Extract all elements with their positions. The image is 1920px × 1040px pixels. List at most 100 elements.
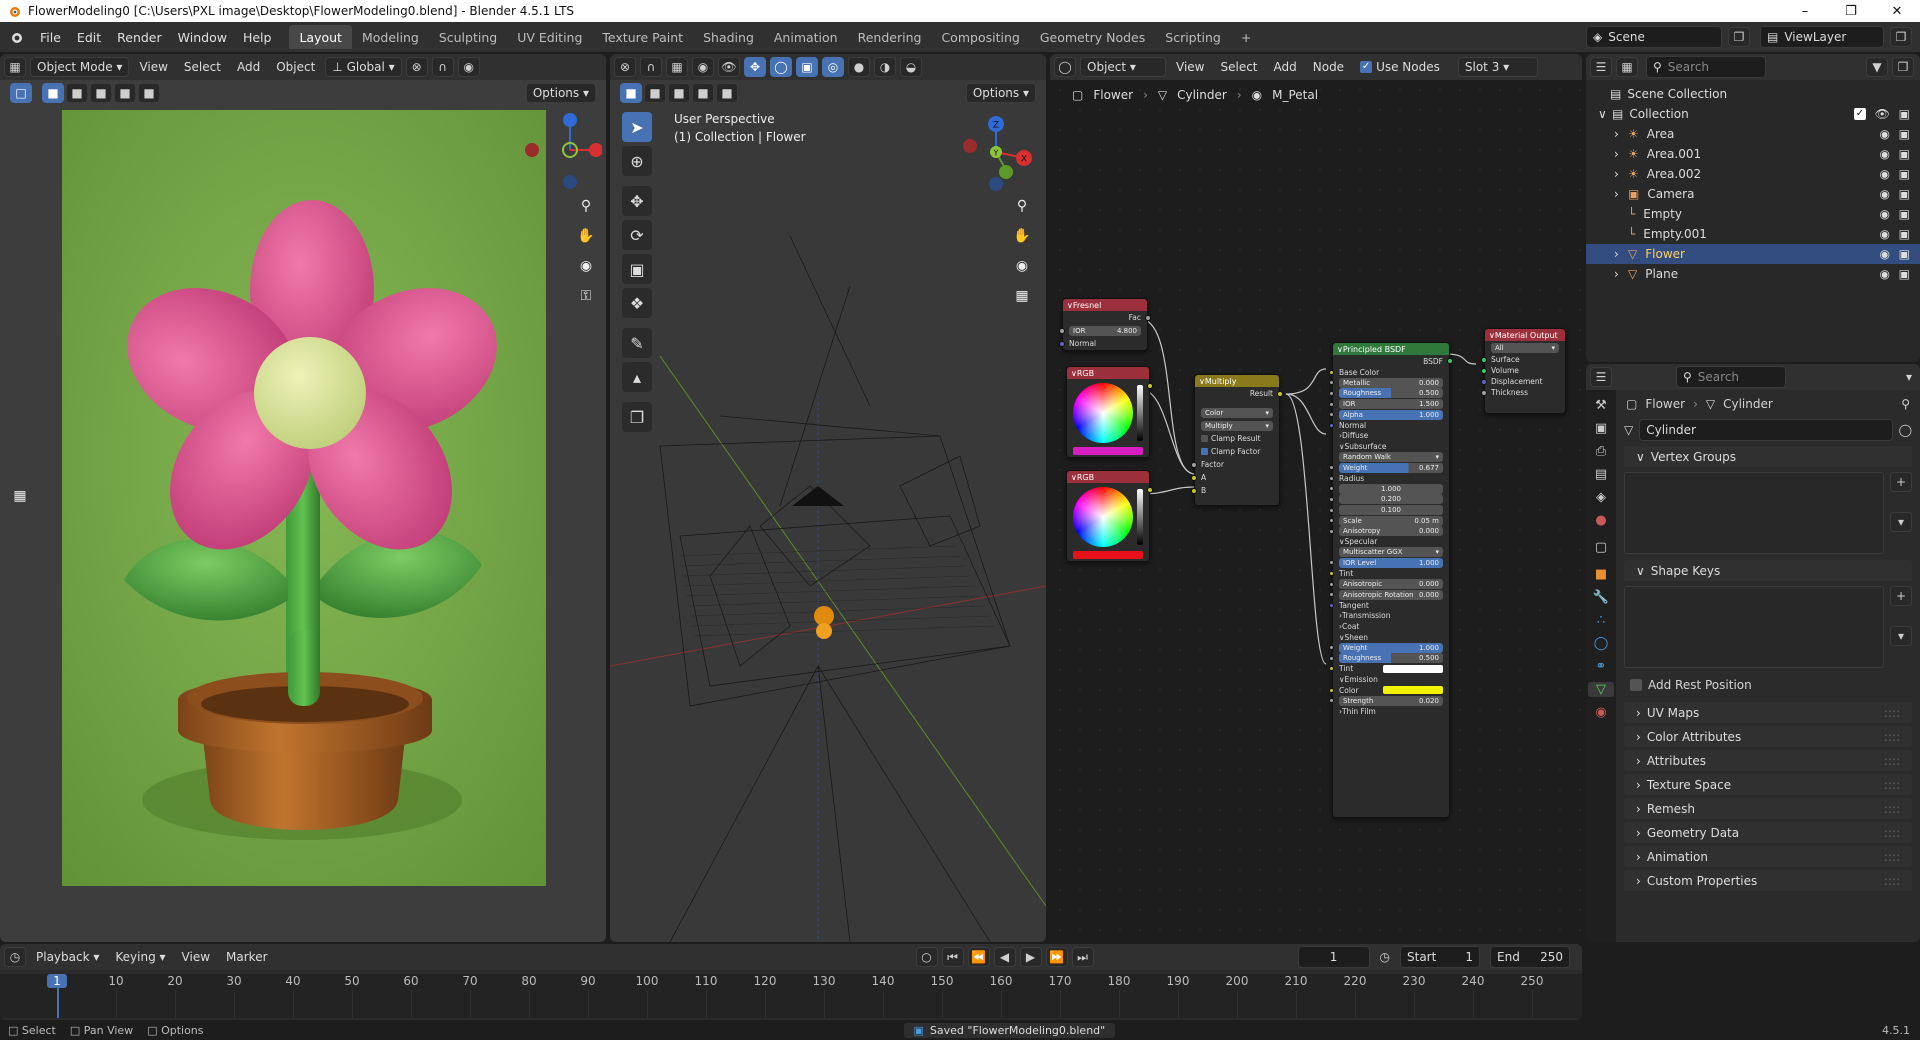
- drag-handle-icon[interactable]: ::::: [1884, 874, 1900, 888]
- preview-range-icon[interactable]: ◷: [1380, 950, 1390, 964]
- visibility-eye-icon[interactable]: ◉: [1880, 227, 1890, 241]
- expand-chevron-icon[interactable]: ›: [1614, 247, 1628, 261]
- collection-camera-icon[interactable]: ▣: [1899, 107, 1910, 121]
- bsdf-row[interactable]: Anisotropic 0.000: [1329, 579, 1449, 590]
- outliner-item[interactable]: › ☀ Area.002 ◉ ▣: [1586, 164, 1920, 184]
- add-rest-position-row[interactable]: Add Rest Position: [1616, 674, 1920, 696]
- navigation-gizmo-3d[interactable]: Z X Y: [956, 112, 1036, 192]
- tab-sculpting[interactable]: Sculpting: [429, 25, 507, 49]
- bsdf-row[interactable]: Scale 0.05 m: [1329, 515, 1449, 526]
- panel-vertex-groups[interactable]: ∨ Vertex Groups: [1624, 446, 1912, 468]
- maximize-button[interactable]: ❐: [1828, 0, 1874, 22]
- options-dropdown[interactable]: Options ▾: [525, 83, 596, 103]
- menu-help[interactable]: Help: [235, 22, 280, 52]
- panel-color-attributes[interactable]: › Color Attributes::::: [1624, 726, 1912, 748]
- menu-object[interactable]: Object: [270, 57, 321, 77]
- bsdf-row[interactable]: IOR Level 1.000: [1329, 557, 1449, 569]
- render-visibility-icon[interactable]: ▣: [1899, 147, 1910, 161]
- filter-icon[interactable]: ▼: [1866, 57, 1888, 77]
- camera-view-icon-2[interactable]: ◉: [1010, 254, 1034, 278]
- current-frame-field[interactable]: 1: [1297, 946, 1370, 968]
- transform-pivot-icon[interactable]: ⊗: [614, 57, 636, 77]
- expand-chevron-icon[interactable]: ›: [1614, 167, 1628, 181]
- timeline-marker-menu[interactable]: Marker: [220, 947, 273, 967]
- orientation-dropdown[interactable]: ⊥ Global ▾: [325, 57, 402, 77]
- select-mode-intersect-icon[interactable]: ■: [138, 83, 160, 103]
- properties-options-icon[interactable]: ▾: [1906, 370, 1912, 384]
- shading-wireframe-icon[interactable]: ◎: [822, 57, 844, 77]
- tab-geometry-nodes[interactable]: Geometry Nodes: [1030, 25, 1155, 49]
- proportional-icon[interactable]: ◉: [692, 57, 714, 77]
- next-keyframe-icon[interactable]: ⏩: [1045, 947, 1068, 967]
- camera-view-icon[interactable]: ◉: [574, 254, 598, 278]
- material-output-node[interactable]: ∨ Material Output All ▾ Surface Volume Di…: [1481, 328, 1566, 414]
- sidebar-toggle-icon[interactable]: ▦: [8, 484, 32, 508]
- select-mode-new-icon-2[interactable]: ■: [620, 83, 642, 103]
- menu-view[interactable]: View: [133, 57, 173, 77]
- collection-tab-icon[interactable]: ▢: [1595, 540, 1607, 555]
- view-layer-tab-icon[interactable]: ▤: [1595, 467, 1607, 482]
- expand-chevron-icon[interactable]: ›: [1614, 267, 1628, 281]
- bsdf-row[interactable]: Tint: [1329, 664, 1449, 675]
- principled-bsdf-node[interactable]: ∨ Principled BSDF BSDF Base Color Metalli…: [1329, 342, 1453, 818]
- add-cube-tool-icon[interactable]: ❐: [622, 402, 652, 432]
- bsdf-row[interactable]: 1.000: [1329, 483, 1449, 495]
- render-visibility-icon[interactable]: ▣: [1899, 247, 1910, 261]
- tab-animation[interactable]: Animation: [764, 25, 848, 49]
- output-target-dropdown[interactable]: All ▾: [1485, 341, 1565, 354]
- playhead[interactable]: [57, 986, 59, 1018]
- color-wheel-2[interactable]: [1073, 487, 1133, 547]
- panel-shape-keys[interactable]: ∨ Shape Keys: [1624, 560, 1912, 582]
- ortho-grid-icon[interactable]: ▦: [1010, 284, 1034, 308]
- material-tab-icon[interactable]: ◉: [1595, 705, 1606, 720]
- tab-scripting[interactable]: Scripting: [1155, 25, 1231, 49]
- modifier-tab-icon[interactable]: 🔧: [1593, 590, 1609, 605]
- multiply-blend-dropdown[interactable]: Multiply ▾: [1195, 419, 1279, 432]
- bsdf-row[interactable]: Metallic 0.000: [1329, 377, 1449, 389]
- drag-handle-icon[interactable]: ::::: [1884, 826, 1900, 840]
- bsdf-row[interactable]: 0.200: [1329, 494, 1449, 505]
- visibility-eye-icon[interactable]: ◉: [1880, 207, 1890, 221]
- drag-handle-icon[interactable]: ::::: [1884, 850, 1900, 864]
- add-rest-position-checkbox[interactable]: [1630, 679, 1642, 691]
- expand-chevron-icon[interactable]: ›: [1614, 147, 1628, 161]
- panel-geometry-data[interactable]: › Geometry Data::::: [1624, 822, 1912, 844]
- object-tab-icon[interactable]: ■: [1595, 567, 1607, 582]
- vertex-groups-listbox[interactable]: [1624, 472, 1884, 554]
- tab-rendering[interactable]: Rendering: [848, 25, 932, 49]
- shading-rendered-icon[interactable]: ◒: [900, 57, 922, 77]
- annotate-tool-icon[interactable]: ✎: [622, 328, 652, 358]
- rgb-swatch-2[interactable]: [1073, 551, 1143, 559]
- move-tool-icon[interactable]: ✥: [622, 186, 652, 216]
- render-visibility-icon[interactable]: ▣: [1899, 167, 1910, 181]
- clamp-factor-checkbox[interactable]: Clamp Factor: [1195, 445, 1279, 458]
- gizmo-toggle-icon[interactable]: ✥: [744, 57, 766, 77]
- physics-tab-icon[interactable]: ◯: [1594, 636, 1609, 651]
- render-visibility-icon[interactable]: ▣: [1899, 267, 1910, 281]
- visibility-icon[interactable]: 👁: [718, 57, 740, 77]
- viewport-options-dropdown[interactable]: Options ▾: [965, 83, 1036, 103]
- outliner-item[interactable]: › ☀ Area.001 ◉ ▣: [1586, 144, 1920, 164]
- transform-tool-icon[interactable]: ❖: [622, 288, 652, 318]
- multiply-node[interactable]: ∨ Multiply Result Color ▾ Multiply ▾ Clamp…: [1191, 374, 1283, 506]
- panel-texture-space[interactable]: › Texture Space::::: [1624, 774, 1912, 796]
- visibility-eye-icon[interactable]: ◉: [1880, 187, 1890, 201]
- outliner-item[interactable]: › ▽ Plane ◉ ▣: [1586, 264, 1920, 284]
- multiply-type-dropdown[interactable]: Color ▾: [1195, 406, 1279, 419]
- shape-keys-listbox[interactable]: [1624, 586, 1884, 668]
- expand-chevron-icon[interactable]: ›: [1614, 127, 1628, 141]
- new-scene-icon[interactable]: ❐: [1728, 27, 1750, 47]
- panel-custom-properties[interactable]: › Custom Properties::::: [1624, 870, 1912, 892]
- expand-chevron-icon[interactable]: ›: [1614, 187, 1628, 201]
- play-reverse-icon[interactable]: ◀: [993, 947, 1016, 967]
- editor-type-icon[interactable]: ▦: [4, 57, 26, 77]
- menu-add[interactable]: Add: [231, 57, 266, 77]
- collection-row[interactable]: ∨ ▤ Collection ✓ 👁 ▣: [1586, 104, 1920, 124]
- jump-start-icon[interactable]: ⏮: [941, 947, 964, 967]
- start-frame-field[interactable]: Start 1: [1400, 946, 1480, 968]
- render-visibility-icon[interactable]: ▣: [1899, 127, 1910, 141]
- panel-animation[interactable]: › Animation::::: [1624, 846, 1912, 868]
- bsdf-row[interactable]: Roughness 0.500: [1329, 653, 1449, 664]
- collection-checkbox[interactable]: ✓: [1854, 108, 1866, 120]
- select-mode-intersect-icon-2[interactable]: ■: [716, 83, 738, 103]
